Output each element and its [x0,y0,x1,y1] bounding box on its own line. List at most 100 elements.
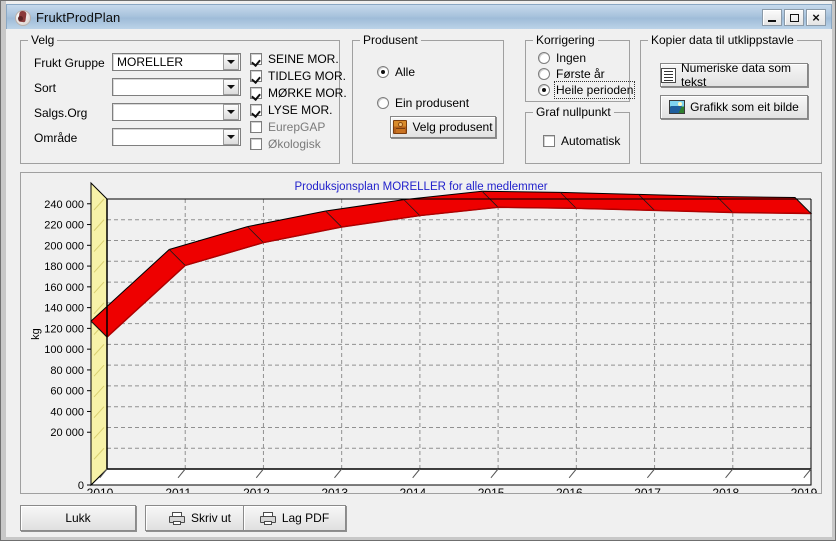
chevron-down-icon[interactable] [223,54,239,70]
radio-icon[interactable] [377,65,389,78]
y-axis-tick-label: 20 000 [50,427,84,439]
label-frukt-gruppe: Frukt Gruppe [34,56,105,70]
title-bar[interactable]: FruktProdPlan × [6,4,832,29]
picture-icon [669,100,686,114]
group-kopier-legend: Kopier data til utklippstavle [648,33,797,47]
x-axis-tick-label: 2017 [634,486,661,493]
y-axis-tick-label: 160 000 [44,282,84,294]
velg-produsent-button[interactable]: Velg produsent [390,116,496,138]
checkbox-seine-mor[interactable]: SEINE MOR. [250,51,339,66]
group-korrigering-legend: Korrigering [533,33,598,47]
x-axis-tick-label: 2016 [556,486,583,493]
y-axis-tick-label: 180 000 [44,261,84,273]
maximize-button[interactable] [784,9,804,26]
radio-forste-ar[interactable]: Første år [538,66,605,81]
chevron-down-icon[interactable] [223,129,239,145]
group-produsent: Produsent Alle Ein produsent Velg produs… [352,33,504,164]
document-icon [661,67,676,83]
production-plan-chart: 0 20 000 40 000 60 000 80 000 100 000 120 000 1… [30,181,818,493]
checkbox-icon[interactable] [250,103,262,116]
group-velg-legend: Velg [28,33,58,47]
label-sort: Sort [34,81,57,95]
x-axis-tick-label: 2010 [87,486,114,493]
radio-ein-produsent-label: Ein produsent [395,95,470,110]
group-kopier-data: Kopier data til utklippstavle Numeriske … [640,33,822,164]
radio-ein-produsent[interactable]: Ein produsent [377,95,469,110]
checkbox-morke-mor[interactable]: MØRKE MOR. [250,85,347,100]
lag-pdf-label: Lag PDF [281,511,330,525]
printer-icon [259,511,276,525]
chevron-down-icon[interactable] [223,79,239,95]
radio-icon[interactable] [538,83,550,96]
x-axis-tick-label: 2019 [791,486,818,493]
x-axis-tick-label: 2015 [478,486,505,493]
radio-heile-perioden-label: Heile perioden [553,80,636,99]
y-axis-title: kg [30,328,42,340]
checkbox-lyse-mor-label: LYSE MOR. [268,102,333,117]
checkbox-eurepgap[interactable]: EurepGAP [250,119,325,134]
radio-icon[interactable] [538,51,550,64]
checkbox-seine-mor-label: SEINE MOR. [268,51,339,66]
bottom-button-bar: Lukk Skriv ut Lag PDF [20,505,822,531]
checkbox-automatisk[interactable]: Automatisk [543,133,620,148]
label-salgs-org: Salgs.Org [34,106,88,120]
y-axis-tick-label: 80 000 [50,365,84,377]
kopier-numeriske-data-button[interactable]: Numeriske data som tekst [660,61,808,89]
checkbox-icon[interactable] [250,69,262,82]
checkbox-tidleg-mor[interactable]: TIDLEG MOR. [250,68,346,83]
x-axis-tick-label: 2014 [400,486,427,493]
checkbox-icon[interactable] [250,52,262,65]
chevron-down-icon[interactable] [223,104,239,120]
checkbox-okologisk[interactable]: Økologisk [250,136,321,151]
minimize-button[interactable] [762,9,782,26]
radio-ingen[interactable]: Ingen [538,50,586,65]
y-axis-tick-label: 0 [78,480,84,492]
checkbox-lyse-mor[interactable]: LYSE MOR. [250,102,332,117]
combo-salgs-org[interactable] [112,103,241,121]
label-omrade: Område [34,131,78,145]
group-graf-nullpunkt-legend: Graf nullpunkt [533,105,614,119]
close-icon: × [812,10,820,25]
radio-alle[interactable]: Alle [377,64,415,79]
kopier-grafikk-button[interactable]: Grafikk som eit bilde [660,95,808,119]
combo-frukt-gruppe[interactable]: MORELLER [112,53,241,71]
lukk-label: Lukk [65,511,91,525]
checkbox-tidleg-mor-label: TIDLEG MOR. [268,68,347,83]
y-axis-tick-label: 40 000 [50,406,84,418]
close-button[interactable]: × [806,9,826,26]
radio-heile-perioden[interactable]: Heile perioden [538,80,636,99]
checkbox-automatisk-label: Automatisk [561,133,621,148]
checkbox-icon[interactable] [250,137,262,150]
chart-panel: Produksjonsplan MORELLER for alle medlem… [20,172,822,494]
window-controls: × [762,9,826,26]
app-disc-icon [14,9,31,26]
x-axis-tick-label: 2013 [321,486,348,493]
client-area: Velg Frukt Gruppe Sort Salgs.Org Område … [6,29,832,537]
group-korrigering: Korrigering Ingen Første år Heile period… [525,33,636,102]
checkbox-icon[interactable] [543,134,555,147]
checkbox-morke-mor-label: MØRKE MOR. [268,85,347,100]
checkbox-eurepgap-label: EurepGAP [268,119,326,134]
radio-icon[interactable] [538,67,550,80]
radio-alle-label: Alle [395,64,416,79]
checkbox-icon[interactable] [250,86,262,99]
skriv-ut-button[interactable]: Skriv ut [145,505,255,531]
radio-icon[interactable] [377,96,389,109]
combo-omrade[interactable] [112,128,241,146]
lag-pdf-button[interactable]: Lag PDF [243,505,346,531]
x-axis-tick-label: 2011 [165,486,191,493]
velg-produsent-label: Velg produsent [412,120,493,134]
printer-icon [168,511,185,525]
combo-frukt-gruppe-value: MORELLER [117,55,184,69]
combo-sort[interactable] [112,78,241,96]
kopier-grafikk-label: Grafikk som eit bilde [690,100,799,114]
group-graf-nullpunkt: Graf nullpunkt Automatisk [525,105,630,164]
person-icon [393,120,408,134]
checkbox-okologisk-label: Økologisk [268,136,321,151]
radio-ingen-label: Ingen [556,50,587,65]
lukk-button[interactable]: Lukk [20,505,136,531]
window-title: FruktProdPlan [36,9,121,25]
group-produsent-legend: Produsent [360,33,421,47]
application-window: FruktProdPlan × Velg Frukt Gruppe Sort S… [0,0,836,541]
checkbox-icon[interactable] [250,120,262,133]
